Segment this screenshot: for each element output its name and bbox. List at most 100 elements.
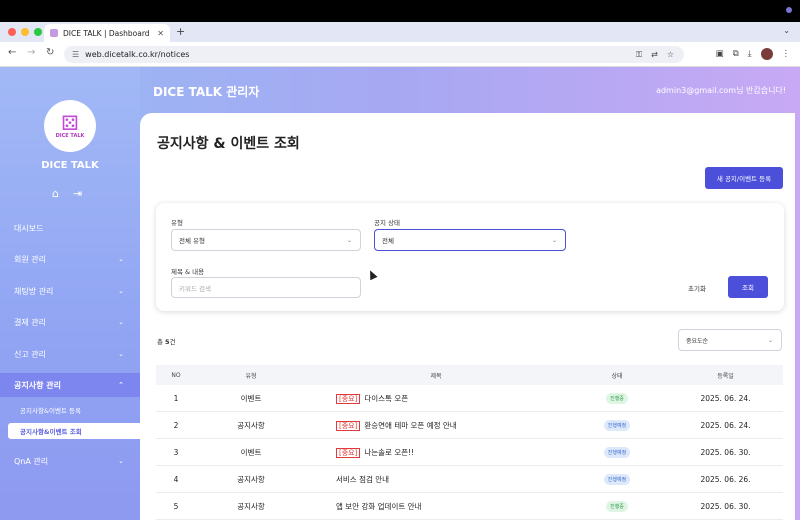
type-select[interactable]: 전체 유형 ⌄: [171, 229, 361, 251]
status-label: 공지 상태: [374, 219, 400, 227]
maximize-window-icon[interactable]: [34, 28, 42, 36]
sidebar-item-chatrooms[interactable]: 채팅방 관리 ⌄: [0, 284, 140, 298]
status-select[interactable]: 전체 ⌄: [374, 229, 566, 251]
system-top-bar: [0, 0, 800, 22]
chevron-down-icon: ⌄: [118, 318, 124, 326]
close-window-icon[interactable]: [8, 28, 16, 36]
forward-icon[interactable]: →: [27, 47, 35, 58]
cell-type: 공지사항: [237, 420, 265, 430]
browser-menu-icon[interactable]: ⋮: [782, 49, 791, 59]
table-header: NO 유형 제목 상태 등록일: [156, 365, 783, 385]
sidebar-item-dashboard[interactable]: 대시보드: [0, 221, 140, 235]
cell-title[interactable]: 앱 보안 강화 업데이트 안내: [306, 501, 566, 512]
key-icon[interactable]: ⚿: [636, 50, 642, 60]
tab-close-icon[interactable]: ✕: [157, 29, 164, 38]
dice-logo-icon: ⚄: [61, 111, 79, 135]
title-text: 환승연애 테마 오픈 예정 안내: [364, 420, 457, 430]
sidebar-item-label: 채팅방 관리: [14, 286, 54, 296]
tab-list-chevron-icon[interactable]: ⌄: [783, 26, 790, 35]
profile-avatar[interactable]: [760, 48, 773, 60]
site-info-icon[interactable]: ☰: [72, 50, 79, 59]
sidebar-item-label: 대시보드: [14, 223, 44, 233]
browser-tab[interactable]: DICE TALK | Dashboard ✕: [44, 24, 170, 42]
sort-select[interactable]: 중요도순 ⌄: [678, 329, 782, 351]
keyword-input[interactable]: 키워드 검색: [171, 277, 361, 298]
sidebar-item-notices[interactable]: 공지사항 관리 ⌃: [0, 373, 140, 397]
cell-title[interactable]: [중요] 다이스톡 오픈: [306, 393, 566, 404]
page-title: 공지사항 & 이벤트 조회: [157, 136, 300, 152]
minimize-window-icon[interactable]: [21, 28, 29, 36]
cell-type: 공지사항: [237, 501, 265, 511]
important-tag: [중요]: [336, 447, 361, 458]
dice-talk-logo: ⚄ DICE TALK: [44, 100, 96, 152]
browser-tab-strip: DICE TALK | Dashboard ✕ + ⌄: [0, 22, 800, 42]
cell-date: 2025. 06. 30.: [700, 501, 751, 511]
sidebar-subitem-label: 공지사항&이벤트 등록: [20, 407, 81, 415]
important-tag: [중요]: [336, 420, 361, 431]
sidebar-item-label: QnA 관리: [14, 456, 49, 466]
cell-title[interactable]: 서비스 점검 안내: [306, 474, 566, 485]
chevron-down-icon: ⌄: [118, 287, 124, 295]
extensions-puzzle-icon[interactable]: ⧉: [733, 49, 739, 59]
sidebar-item-members[interactable]: 회원 관리 ⌄: [0, 252, 140, 266]
header-greeting: admin3@gmail.com님 반갑습니다!: [656, 86, 786, 95]
title-text: 다이스톡 오픈: [364, 393, 409, 403]
type-select-value: 전체 유형: [179, 237, 205, 245]
sidebar-item-reports[interactable]: 신고 관리 ⌄: [0, 347, 140, 361]
home-icon[interactable]: ⌂: [52, 187, 59, 200]
sidebar-item-payments[interactable]: 결제 관리 ⌄: [0, 315, 140, 329]
column-header-type: 유형: [245, 372, 257, 380]
sidebar-subitem-label: 공지사항&이벤트 조회: [20, 428, 82, 436]
bookmark-star-icon[interactable]: ☆: [667, 50, 674, 60]
translate-icon[interactable]: ⇄: [651, 50, 658, 60]
sidebar-item-label: 공지사항 관리: [14, 380, 61, 390]
cell-title[interactable]: [중요] 나는솔로 오픈!!: [306, 447, 566, 458]
logout-icon[interactable]: ⇥: [73, 187, 82, 200]
screen: DICE TALK | Dashboard ✕ + ⌄ ← → ↻ ☰ web.…: [0, 0, 800, 520]
table-row[interactable]: 2 공지사항 [중요] 환승연애 테마 오픈 예정 안내 진행예정 2025. 06. 2…: [156, 412, 783, 439]
sidebar-item-qna[interactable]: QnA 관리 ⌄: [0, 454, 140, 468]
cell-type: 공지사항: [237, 474, 265, 484]
status-badge: 진행예정: [603, 473, 631, 485]
main-content: 공지사항 & 이벤트 조회 새 공지/이벤트 등록 유형 전체 유형 ⌄ 공지 …: [140, 113, 795, 520]
reset-button[interactable]: 초기화: [688, 283, 706, 293]
search-button[interactable]: 조회: [728, 276, 768, 298]
chevron-down-icon: ⌄: [118, 255, 124, 263]
sidebar-subitem-notice-list[interactable]: 공지사항&이벤트 조회: [8, 423, 140, 439]
important-tag: [중요]: [336, 393, 361, 404]
filter-panel: 유형 전체 유형 ⌄ 공지 상태 전체 ⌄ 제목 & 내용 키워드 검색 초기화…: [156, 203, 784, 311]
url-field[interactable]: ☰ web.dicetalk.co.kr/notices ⚿ ⇄ ☆: [64, 46, 684, 63]
table-row[interactable]: 5 공지사항 앱 보안 강화 업데이트 안내 진행중 2025. 06. 30.: [156, 493, 783, 520]
type-label: 유형: [171, 219, 183, 227]
cell-date: 2025. 06. 26.: [700, 474, 751, 484]
status-badge: 진행중: [606, 392, 628, 404]
tab-title: DICE TALK | Dashboard: [63, 28, 150, 38]
cell-type: 이벤트: [240, 393, 262, 403]
table-row[interactable]: 3 이벤트 [중요] 나는솔로 오픈!! 진행예정 2025. 06. 30.: [156, 439, 783, 466]
sidebar: ⚄ DICE TALK DICE TALK ⌂ ⇥ 대시보드 회원 관리 ⌄ 채팅…: [0, 67, 140, 520]
logo-text: DICE TALK: [55, 133, 85, 139]
column-header-status: 상태: [611, 372, 623, 380]
cell-title[interactable]: [중요] 환승연애 테마 오픈 예정 안내: [306, 420, 566, 431]
chevron-up-icon: ⌃: [118, 381, 124, 389]
table-row[interactable]: 4 공지사항 서비스 점검 안내 진행예정 2025. 06. 26.: [156, 466, 783, 493]
title-text: 나는솔로 오픈!!: [364, 447, 415, 457]
status-badge: 진행예정: [603, 446, 631, 458]
table-row[interactable]: 1 이벤트 [중요] 다이스톡 오픈 진행중 2025. 06. 24.: [156, 385, 783, 412]
back-icon[interactable]: ←: [8, 47, 16, 58]
new-notice-button[interactable]: 새 공지/이벤트 등록: [705, 167, 783, 189]
sidebar-subitem-notice-register[interactable]: 공지사항&이벤트 등록: [8, 402, 140, 418]
reload-icon[interactable]: ↻: [46, 47, 54, 58]
chevron-down-icon: ⌄: [551, 236, 557, 244]
new-tab-button[interactable]: +: [176, 25, 185, 38]
sidebar-brand: DICE TALK: [41, 160, 99, 171]
extension-app-icon[interactable]: ▣: [716, 49, 724, 59]
chevron-down-icon: ⌄: [118, 457, 124, 465]
sidebar-item-label: 신고 관리: [14, 349, 46, 359]
chevron-down-icon: ⌄: [346, 236, 352, 244]
status-select-value: 전체: [382, 237, 394, 245]
favicon-icon: [50, 29, 58, 37]
download-icon[interactable]: ⤓: [748, 49, 752, 59]
column-header-title: 제목: [430, 372, 442, 380]
chevron-down-icon: ⌄: [767, 336, 773, 344]
